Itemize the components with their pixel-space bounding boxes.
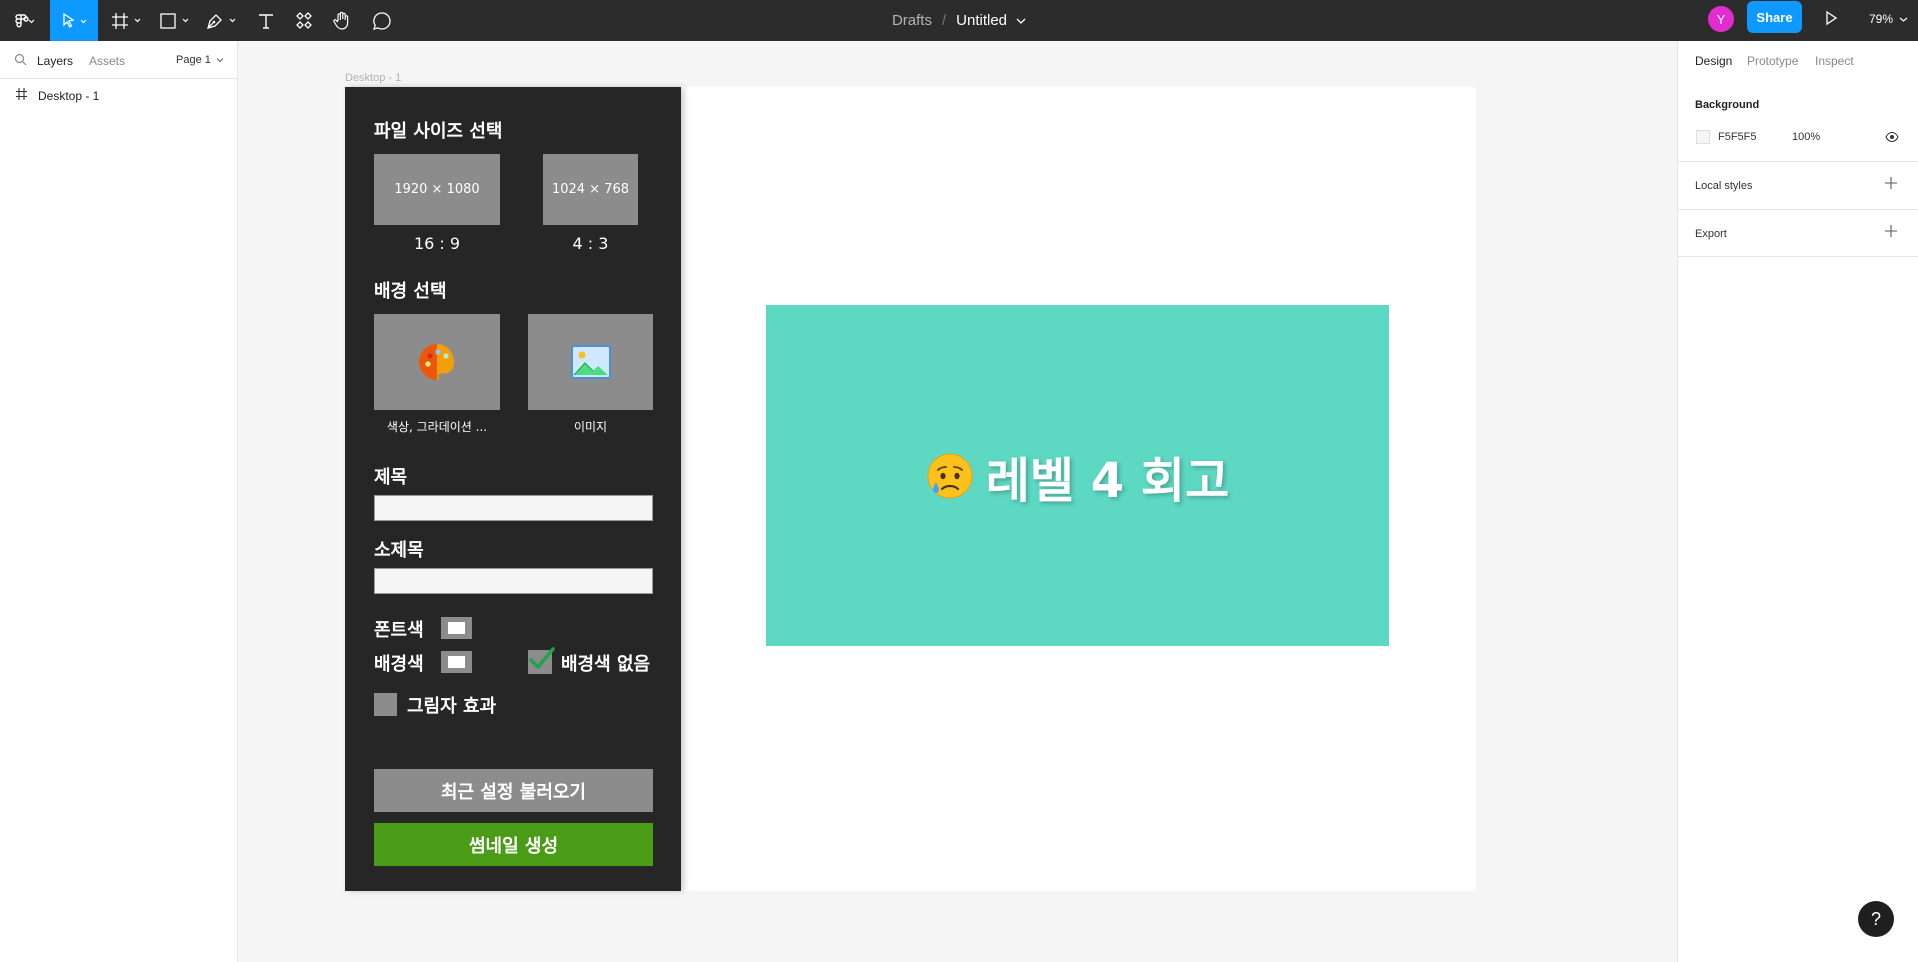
title-heading: 제목 [374,467,408,488]
pen-tool-button[interactable] [205,0,241,41]
no-background-label: 배경색 없음 [561,654,651,675]
present-button[interactable] [1820,8,1842,33]
background-option-color-label: 색상, 그라데이션 ... [386,420,488,434]
background-hex-input[interactable]: F5F5F5 [1718,131,1757,143]
comment-icon [372,11,391,30]
frame-label[interactable]: Desktop - 1 [345,72,401,84]
no-background-checkbox[interactable] [528,647,555,674]
size-ratio-16-9: 16 : 9 [413,234,461,253]
tab-inspect[interactable]: Inspect [1815,54,1854,68]
size-dims: 1920 × 1080 [394,182,480,197]
generate-thumbnail-button[interactable]: 썸네일 생성 [374,823,653,866]
figma-menu-button[interactable] [8,0,42,41]
tab-prototype[interactable]: Prototype [1747,54,1798,68]
chevron-down-icon [1899,17,1908,22]
title-input[interactable] [374,495,653,521]
search-icon[interactable] [14,53,27,66]
zoom-menu[interactable]: 79% [1869,12,1908,26]
frame-tool-button[interactable] [110,0,146,41]
background-section-title: Background [1695,99,1760,111]
export-label: Export [1695,228,1727,240]
components-tool-button[interactable] [290,0,318,41]
properties-panel: Design Prototype Inspect Background F5F5… [1677,41,1918,962]
page-name: Page 1 [176,54,211,66]
size-option-16-9[interactable]: 1920 × 1080 [374,154,500,225]
load-recent-settings-button[interactable]: 최근 설정 불러오기 [374,769,653,812]
thumbnail-plugin-panel: 파일 사이즈 선택 1920 × 1080 16 : 9 1024 × 768 … [345,87,681,891]
share-button[interactable]: Share [1747,1,1802,33]
shape-tool-button[interactable] [158,0,194,41]
subtitle-input[interactable] [374,568,653,594]
local-styles-section: Local styles [1678,161,1918,209]
frame-icon [16,88,27,100]
checkmark-icon [529,647,555,669]
shape-tool-icon [160,12,189,29]
shadow-effect-label: 그림자 효과 [407,696,497,717]
bg-color-label: 배경색 [374,654,424,675]
layers-panel: Layers Assets Page 1 Desktop - 1 [0,41,238,962]
zoom-level: 79% [1869,12,1894,26]
plus-icon[interactable] [1884,224,1898,238]
comment-tool-button[interactable] [368,0,396,41]
left-panel-tabs: Layers Assets Page 1 [0,41,237,79]
tab-layers[interactable]: Layers [37,54,73,68]
size-heading: 파일 사이즈 선택 [374,121,503,142]
palette-icon [419,344,454,380]
layer-name: Desktop - 1 [38,89,100,103]
font-color-picker[interactable] [441,617,472,639]
shadow-effect-checkbox[interactable] [374,693,397,716]
file-title[interactable]: Untitled [956,12,1007,29]
tab-assets[interactable]: Assets [89,54,125,68]
thumbnail-preview[interactable]: 레벨 4 회고 [766,305,1389,646]
font-color-label: 폰트색 [374,620,424,641]
user-avatar[interactable]: Y [1708,6,1734,32]
tab-design[interactable]: Design [1695,54,1732,68]
background-option-image-label: 이미지 [573,420,608,434]
breadcrumb-drafts[interactable]: Drafts [892,12,932,29]
figma-menu-icon [15,13,35,27]
hand-tool-button[interactable] [328,0,356,41]
background-heading: 배경 선택 [374,281,447,302]
move-tool-icon [63,12,87,28]
subtitle-heading: 소제목 [374,540,424,561]
help-button[interactable]: ? [1858,901,1894,937]
thumbnail-title: 레벨 4 회고 [985,452,1230,509]
breadcrumb-separator: / [941,12,947,29]
image-icon [570,345,611,379]
file-breadcrumb: Drafts / Untitled [0,0,1918,41]
page-selector[interactable]: Page 1 [176,54,224,66]
background-opacity-input[interactable]: 100% [1792,131,1820,143]
local-styles-label: Local styles [1695,180,1753,192]
play-icon [1826,10,1838,26]
move-tool-button[interactable] [50,0,98,41]
hand-tool-icon [333,11,349,30]
eye-icon[interactable] [1885,131,1899,143]
components-icon [296,11,312,29]
top-toolbar: Drafts / Untitled Y Share 79% [0,0,1918,41]
text-tool-button[interactable] [252,0,280,41]
background-color-swatch[interactable] [1696,130,1710,144]
bg-color-picker[interactable] [441,651,472,673]
background-option-image[interactable] [528,314,653,410]
text-tool-icon [259,13,273,29]
export-section: Export [1678,209,1918,257]
background-option-color[interactable] [374,314,500,410]
size-option-4-3[interactable]: 1024 × 768 [543,154,638,225]
file-menu-chevron-icon[interactable] [1016,12,1026,29]
plus-icon[interactable] [1884,176,1898,190]
pen-tool-icon [207,13,236,29]
size-ratio-4-3: 4 : 3 [572,234,609,253]
frame-tool-icon [112,12,141,29]
size-dims: 1024 × 768 [551,182,630,197]
layer-item-desktop[interactable]: Desktop - 1 [0,85,237,107]
sad-face-icon [927,453,973,498]
chevron-down-icon [216,58,224,63]
